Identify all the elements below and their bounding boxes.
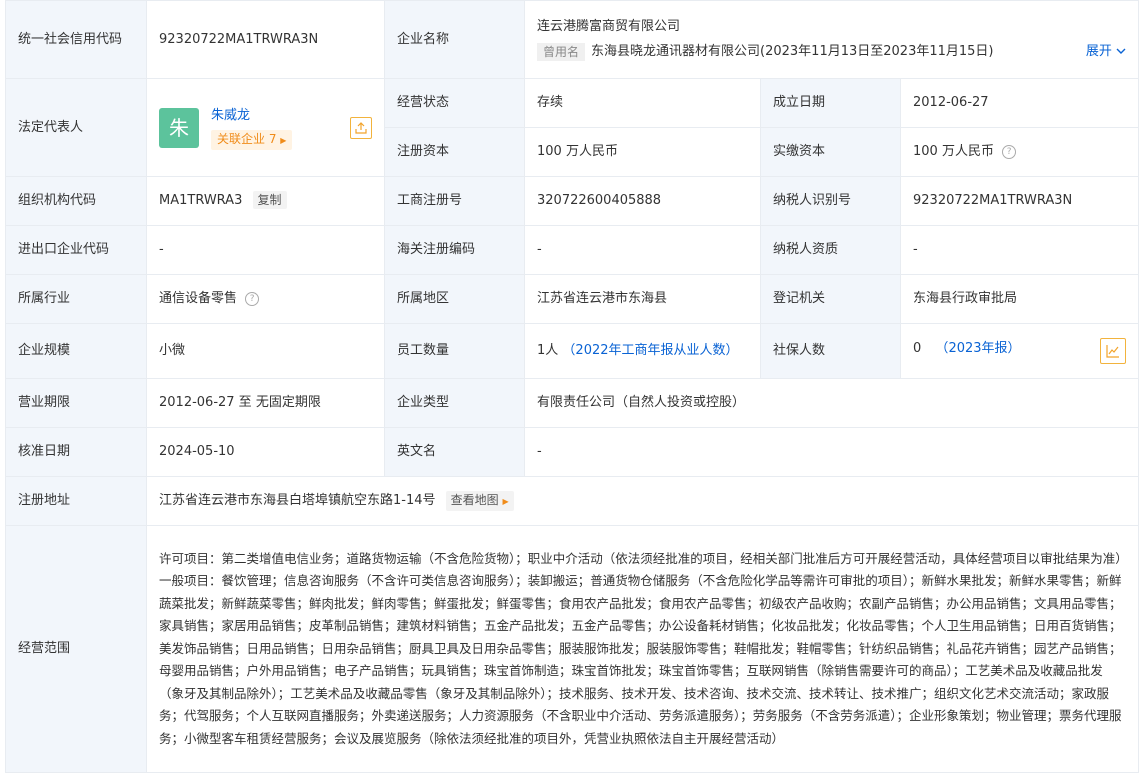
label-industry: 所属行业 xyxy=(5,274,147,324)
annual-report-link[interactable]: 2023年报 xyxy=(948,341,1007,356)
reg-address-cell: 江苏省连云港市东海县白塔埠镇航空东路1-14号 查看地图 ▶ xyxy=(145,476,1140,526)
label-insured: 社保人数 xyxy=(760,323,901,379)
label-import-export-code: 进出口企业代码 xyxy=(5,225,147,275)
label-taxpayer-qual: 纳税人资质 xyxy=(760,225,901,275)
former-name-line: 曾用名 东海县晓龙通讯器材有限公司(2023年11月13日至2023年11月15… xyxy=(537,41,1126,63)
label-english-name: 英文名 xyxy=(384,427,525,477)
related-companies-badge[interactable]: 关联企业 7 ▶ xyxy=(211,129,293,150)
company-info-table: 统一社会信用代码 92320722MA1TRWRA3N 企业名称 连云港腾富商贸… xyxy=(5,0,1140,773)
trend-chart-icon[interactable] xyxy=(1100,338,1127,364)
approve-date-value: 2024-05-10 xyxy=(146,427,385,477)
label-region: 所属地区 xyxy=(384,274,525,324)
status-value: 存续 xyxy=(524,78,761,128)
insured-count: 0 xyxy=(913,341,922,356)
label-scope: 经营范围 xyxy=(5,525,147,773)
customs-code-value: - xyxy=(524,225,761,275)
expand-label: 展开 xyxy=(1085,44,1112,59)
label-customs-code: 海关注册编码 xyxy=(384,225,525,275)
label-scale: 企业规模 xyxy=(5,323,147,379)
legal-rep-name-link[interactable]: 朱威龙 xyxy=(211,105,292,127)
label-reg-address: 注册地址 xyxy=(5,476,147,526)
caret-right-icon: ▶ xyxy=(280,135,287,145)
label-legal-rep: 法定代表人 xyxy=(5,78,147,177)
credit-code-value: 92320722MA1TRWRA3N xyxy=(146,0,385,79)
insured-cell: 0 （2023年报） xyxy=(899,323,1140,379)
label-company-type: 企业类型 xyxy=(384,378,525,428)
label-staff: 员工数量 xyxy=(384,323,525,379)
region-value: 江苏省连云港市东海县 xyxy=(524,274,761,324)
company-type-value: 有限责任公司（自然人投资或控股） xyxy=(523,378,1140,428)
english-name-value: - xyxy=(523,427,1140,477)
scale-value: 小微 xyxy=(146,323,385,379)
label-term: 营业期限 xyxy=(5,378,147,428)
industry-cell: 通信设备零售 ? xyxy=(146,274,385,324)
label-taxpayer-id: 纳税人识别号 xyxy=(760,176,901,226)
former-name-value: 东海县晓龙通讯器材有限公司(2023年11月13日至2023年11月15日) xyxy=(591,44,994,59)
company-name-cell: 连云港腾富商贸有限公司 曾用名 东海县晓龙通讯器材有限公司(2023年11月13… xyxy=(523,0,1140,79)
paid-capital-value: 100 万人民币 xyxy=(913,144,994,159)
label-company-name: 企业名称 xyxy=(384,0,525,79)
label-established: 成立日期 xyxy=(760,78,901,128)
expand-button[interactable]: 展开 xyxy=(1086,41,1126,63)
related-companies-label: 关联企业 7 xyxy=(217,131,277,146)
view-map-button[interactable]: 查看地图 ▶ xyxy=(445,491,514,511)
established-value: 2012-06-27 xyxy=(899,78,1140,128)
company-name-value: 连云港腾富商贸有限公司 xyxy=(537,19,681,34)
paid-capital-cell: 100 万人民币 ? xyxy=(899,127,1140,177)
share-icon[interactable] xyxy=(350,116,372,139)
org-code-cell: MA1TRWRA3 复制 xyxy=(146,176,385,226)
taxpayer-id-value: 92320722MA1TRWRA3N xyxy=(899,176,1140,226)
view-map-label: 查看地图 xyxy=(450,493,499,507)
business-scope-value: 许可项目：第二类增值电信业务；道路货物运输（不含危险货物）；职业中介活动（依法须… xyxy=(145,525,1140,773)
label-approve-date: 核准日期 xyxy=(5,427,147,477)
question-icon[interactable]: ? xyxy=(1002,144,1017,159)
insured-note-open: （ xyxy=(935,341,949,356)
staff-note-link[interactable]: （2022年工商年报从业人数） xyxy=(562,343,738,358)
copy-button[interactable]: 复制 xyxy=(252,191,287,209)
label-credit-code: 统一社会信用代码 xyxy=(5,0,147,79)
insured-note-close: ） xyxy=(1007,341,1021,356)
reg-address-value: 江苏省连云港市东海县白塔埠镇航空东路1-14号 xyxy=(159,493,436,508)
label-status: 经营状态 xyxy=(384,78,525,128)
label-paid-capital: 实缴资本 xyxy=(760,127,901,177)
reg-capital-value: 100 万人民币 xyxy=(524,127,761,177)
caret-right-icon: ▶ xyxy=(502,497,509,506)
chevron-down-icon xyxy=(1116,44,1126,59)
former-name-tag: 曾用名 xyxy=(537,43,586,61)
import-export-code-value: - xyxy=(146,225,385,275)
question-icon[interactable]: ? xyxy=(245,291,260,306)
staff-count: 1人 xyxy=(537,343,559,358)
avatar[interactable]: 朱 xyxy=(159,107,199,148)
industry-value: 通信设备零售 xyxy=(159,291,238,306)
label-org-code: 组织机构代码 xyxy=(5,176,147,226)
label-reg-capital: 注册资本 xyxy=(384,127,525,177)
label-reg-authority: 登记机关 xyxy=(760,274,901,324)
taxpayer-qual-value: - xyxy=(899,225,1140,275)
biz-reg-no-value: 320722600405888 xyxy=(524,176,761,226)
org-code-value: MA1TRWRA3 xyxy=(159,193,243,208)
term-value: 2012-06-27 至 无固定期限 xyxy=(146,378,385,428)
legal-rep-cell: 朱 朱威龙 关联企业 7 ▶ xyxy=(146,78,385,177)
staff-cell: 1人 （2022年工商年报从业人数） xyxy=(524,323,761,379)
reg-authority-value: 东海县行政审批局 xyxy=(899,274,1140,324)
label-biz-reg-no: 工商注册号 xyxy=(384,176,525,226)
